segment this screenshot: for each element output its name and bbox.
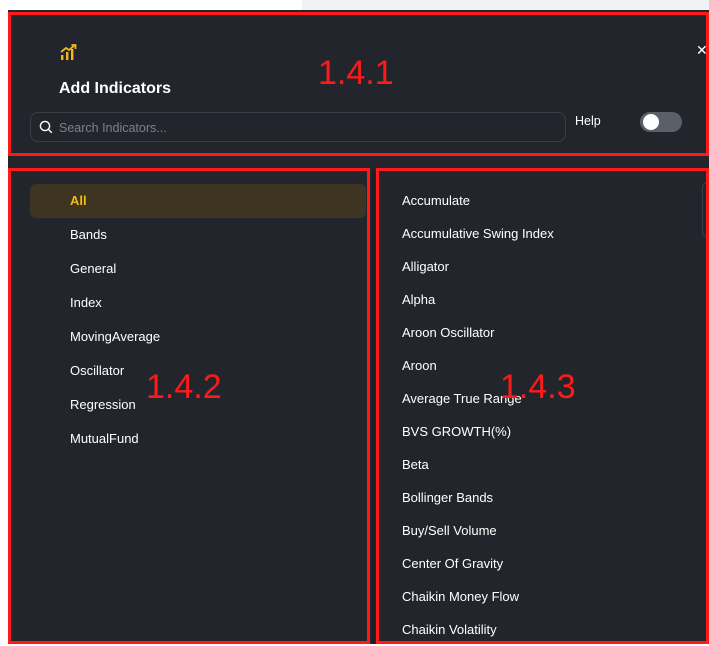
page-background-gray	[302, 0, 709, 10]
annotation-label-indicators: 1.4.3	[500, 368, 576, 406]
annotation-label-header: 1.4.1	[318, 54, 394, 92]
annotation-label-categories: 1.4.2	[146, 368, 222, 406]
panel-divider	[372, 170, 375, 644]
